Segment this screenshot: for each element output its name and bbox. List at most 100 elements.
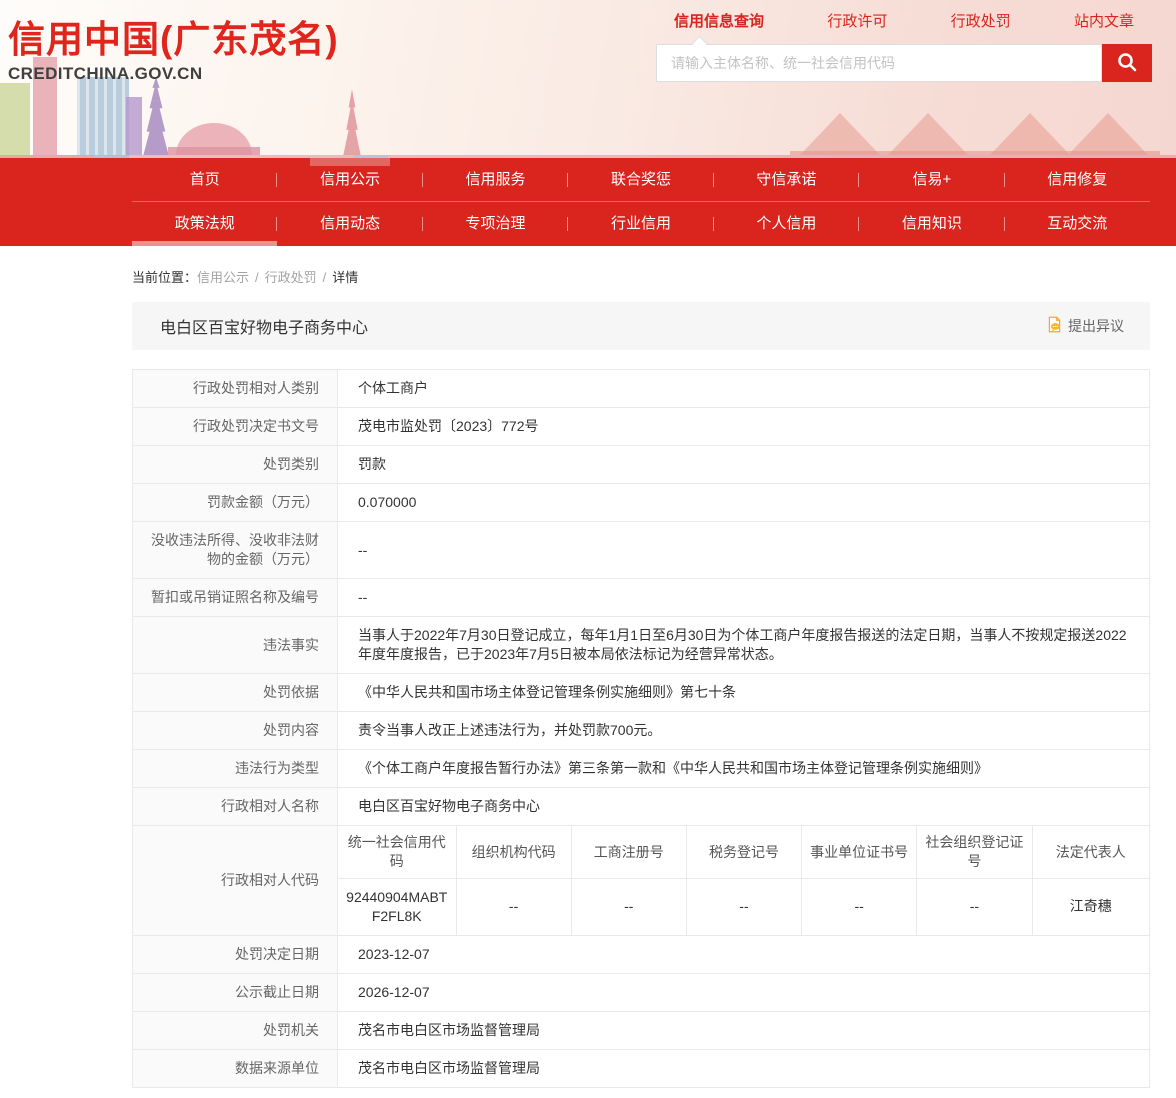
- code-value: --: [686, 879, 801, 935]
- table-row-entity-codes: 行政相对人代码 统一社会信用代码 组织机构代码 工商注册号 税务登记号: [133, 826, 1150, 936]
- row-value: --: [338, 522, 1150, 579]
- table-row: 处罚依据《中华人民共和国市场主体登记管理条例实施细则》第七十条: [133, 674, 1150, 712]
- bridge-illustration: [800, 113, 970, 155]
- bridge-illustration: [990, 113, 1150, 155]
- row-label: 行政处罚相对人类别: [133, 370, 338, 408]
- search-bar: [656, 44, 1152, 82]
- table-row: 没收违法所得、没收非法财物的金额（万元）--: [133, 522, 1150, 579]
- row-label: 处罚依据: [133, 674, 338, 712]
- entity-codes-header-row: 统一社会信用代码 组织机构代码 工商注册号 税务登记号 事业单位证书号 社会组织…: [338, 826, 1149, 879]
- raise-objection-label: 提出异议: [1068, 316, 1124, 336]
- nav-item-credit-plus[interactable]: 信易+: [859, 158, 1004, 201]
- row-value: 2026-12-07: [338, 973, 1150, 1011]
- document-comment-icon: [1046, 316, 1063, 336]
- row-value: 责令当事人改正上述违法行为，并处罚款700元。: [338, 712, 1150, 750]
- table-row: 数据来源单位茂名市电白区市场监督管理局: [133, 1049, 1150, 1087]
- quick-link-administrative-penalty[interactable]: 行政处罚: [951, 10, 1011, 31]
- site-header: 信用中国(广东茂名) CREDITCHINA.GOV.CN 信用信息查询 行政许…: [0, 0, 1176, 158]
- row-label: 公示截止日期: [133, 973, 338, 1011]
- search-button[interactable]: [1102, 44, 1152, 82]
- nav-item-trust-commitment[interactable]: 守信承诺: [714, 158, 859, 201]
- row-label: 罚款金额（万元）: [133, 484, 338, 522]
- nav-item-joint-rewards-punishments[interactable]: 联合奖惩: [568, 158, 713, 201]
- row-value: 茂名市电白区市场监督管理局: [338, 1049, 1150, 1087]
- nav-item-personal-credit[interactable]: 个人信用: [714, 202, 859, 246]
- building-illustration: [126, 97, 142, 155]
- code-value: --: [917, 879, 1032, 935]
- code-column-header: 工商注册号: [571, 826, 686, 879]
- site-logo[interactable]: 信用中国(广东茂名) CREDITCHINA.GOV.CN: [8, 20, 339, 84]
- code-value: --: [571, 879, 686, 935]
- code-value-legal-representative: 江奇穗: [1032, 879, 1149, 935]
- row-value: 0.070000: [338, 484, 1150, 522]
- quick-link-credit-info-query[interactable]: 信用信息查询: [674, 10, 764, 31]
- table-row: 处罚类别罚款: [133, 446, 1150, 484]
- row-label: 行政相对人代码: [133, 826, 338, 936]
- nav-item-credit-disclosure[interactable]: 信用公示: [277, 158, 422, 201]
- tower-illustration: [340, 89, 364, 155]
- nav-item-credit-news[interactable]: 信用动态: [277, 202, 422, 246]
- site-logo-domain: CREDITCHINA.GOV.CN: [8, 64, 339, 84]
- nav-item-policies-regulations[interactable]: 政策法规: [132, 202, 277, 246]
- header-quick-links: 信用信息查询 行政许可 行政处罚 站内文章: [656, 10, 1152, 31]
- row-value: --: [338, 579, 1150, 617]
- breadcrumb-separator: /: [255, 270, 259, 285]
- breadcrumb-prefix: 当前位置：: [132, 270, 197, 285]
- table-row: 处罚内容责令当事人改正上述违法行为，并处罚款700元。: [133, 712, 1150, 750]
- row-value: 茂名市电白区市场监督管理局: [338, 1011, 1150, 1049]
- breadcrumb-link-administrative-penalty[interactable]: 行政处罚: [265, 270, 317, 285]
- row-label: 处罚机关: [133, 1011, 338, 1049]
- nav-item-credit-knowledge[interactable]: 信用知识: [859, 202, 1004, 246]
- building-illustration: [0, 83, 30, 155]
- raise-objection-button[interactable]: 提出异议: [1046, 316, 1124, 336]
- row-value: 2023-12-07: [338, 935, 1150, 973]
- row-value: 茂电市监处罚〔2023〕772号: [338, 408, 1150, 446]
- table-row: 处罚决定日期2023-12-07: [133, 935, 1150, 973]
- table-row: 行政处罚决定书文号茂电市监处罚〔2023〕772号: [133, 408, 1150, 446]
- row-label: 违法事实: [133, 617, 338, 674]
- entity-codes-table: 统一社会信用代码 组织机构代码 工商注册号 税务登记号 事业单位证书号 社会组织…: [338, 826, 1149, 935]
- code-column-header: 统一社会信用代码: [338, 826, 456, 879]
- row-value: 《中华人民共和国市场主体登记管理条例实施细则》第七十条: [338, 674, 1150, 712]
- table-row: 暂扣或吊销证照名称及编号--: [133, 579, 1150, 617]
- nav-item-home[interactable]: 首页: [132, 158, 277, 201]
- code-column-header: 事业单位证书号: [802, 826, 917, 879]
- code-column-header: 组织机构代码: [456, 826, 571, 879]
- row-label: 处罚内容: [133, 712, 338, 750]
- nav-item-industry-credit[interactable]: 行业信用: [568, 202, 713, 246]
- table-row: 罚款金额（万元）0.070000: [133, 484, 1150, 522]
- header-search-area: 信用信息查询 行政许可 行政处罚 站内文章: [656, 10, 1152, 82]
- breadcrumb-link-credit-disclosure[interactable]: 信用公示: [197, 270, 249, 285]
- breadcrumb-separator: /: [323, 270, 327, 285]
- nav-row-1: 首页 信用公示 信用服务 联合奖惩 守信承诺 信易+ 信用修复: [132, 158, 1150, 202]
- penalty-detail-table: 行政处罚相对人类别个体工商户 行政处罚决定书文号茂电市监处罚〔2023〕772号…: [132, 369, 1150, 1088]
- code-value-unified-social-credit: 92440904MABTF2FL8K: [338, 879, 456, 935]
- table-row: 公示截止日期2026-12-07: [133, 973, 1150, 1011]
- row-value: 《个体工商户年度报告暂行办法》第三条第一款和《中华人民共和国市场主体登记管理条例…: [338, 750, 1150, 788]
- nav-item-special-governance[interactable]: 专项治理: [423, 202, 568, 246]
- table-row: 违法事实当事人于2022年7月30日登记成立，每年1月1日至6月30日为个体工商…: [133, 617, 1150, 674]
- search-input[interactable]: [656, 44, 1102, 82]
- dome-building-illustration: [168, 147, 260, 155]
- pagoda-illustration: [138, 77, 174, 155]
- code-value: --: [802, 879, 917, 935]
- row-label: 违法行为类型: [133, 750, 338, 788]
- quick-link-administrative-license[interactable]: 行政许可: [827, 10, 887, 31]
- building-illustration: [77, 77, 129, 155]
- quick-link-site-articles[interactable]: 站内文章: [1074, 10, 1134, 31]
- row-label: 没收违法所得、没收非法财物的金额（万元）: [133, 522, 338, 579]
- table-row: 违法行为类型《个体工商户年度报告暂行办法》第三条第一款和《中华人民共和国市场主体…: [133, 750, 1150, 788]
- row-value: 电白区百宝好物电子商务中心: [338, 788, 1150, 826]
- row-label: 处罚类别: [133, 446, 338, 484]
- nav-item-credit-services[interactable]: 信用服务: [423, 158, 568, 201]
- page-title: 电白区百宝好物电子商务中心: [160, 314, 368, 338]
- entity-codes-value-row: 92440904MABTF2FL8K -- -- -- -- -- 江奇穗: [338, 879, 1149, 935]
- entity-codes-cell: 统一社会信用代码 组织机构代码 工商注册号 税务登记号 事业单位证书号 社会组织…: [338, 826, 1150, 936]
- code-column-header: 法定代表人: [1032, 826, 1149, 879]
- code-value: --: [456, 879, 571, 935]
- nav-item-interactive-exchange[interactable]: 互动交流: [1005, 202, 1150, 246]
- nav-item-credit-repair[interactable]: 信用修复: [1005, 158, 1150, 201]
- row-label: 行政相对人名称: [133, 788, 338, 826]
- code-column-header: 社会组织登记证号: [917, 826, 1032, 879]
- row-value: 个体工商户: [338, 370, 1150, 408]
